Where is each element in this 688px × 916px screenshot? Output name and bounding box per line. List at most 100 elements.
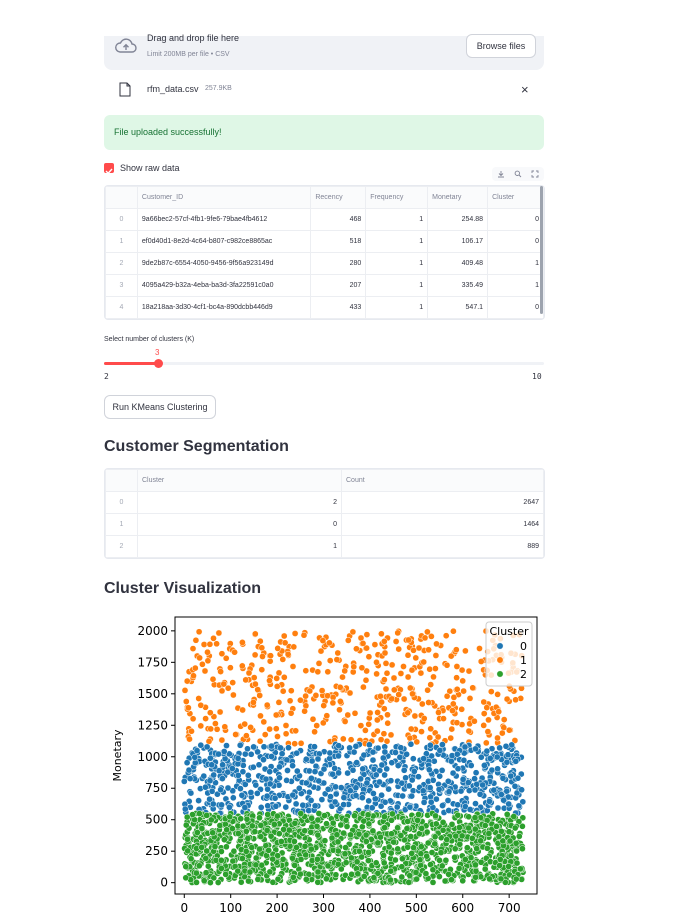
y-axis-label: Monetary <box>111 729 124 782</box>
remove-file-icon[interactable]: × <box>521 82 529 97</box>
scatter-point-cluster-1 <box>266 677 273 684</box>
scatter-point-cluster-2 <box>356 847 363 855</box>
raw-table-index-cell: 0 <box>105 208 138 231</box>
scatter-point-cluster-2 <box>243 815 251 823</box>
raw-table-index-cell: 3 <box>105 274 138 297</box>
show-raw-data-checkbox[interactable] <box>104 163 114 175</box>
scatter-point-cluster-1 <box>337 698 344 705</box>
scatter-point-cluster-2 <box>257 833 265 840</box>
scatter-point-cluster-0 <box>226 803 233 811</box>
scatter-point-cluster-2 <box>254 876 262 883</box>
browse-files-button[interactable]: Browse files <box>466 34 536 58</box>
scatter-point-cluster-0 <box>465 787 473 794</box>
scatter-point-cluster-0 <box>335 769 342 777</box>
scatter-point-cluster-1 <box>487 688 495 695</box>
x-tick-label: 600 <box>451 901 474 915</box>
scatter-point-cluster-1 <box>200 641 208 648</box>
scatter-point-cluster-0 <box>503 758 511 766</box>
scatter-point-cluster-1 <box>350 663 358 671</box>
table-scrollbar[interactable] <box>540 186 543 314</box>
raw-table-row[interactable]: 3 4095a429-b32a-4eba-ba3d-3fa22591c0a0 207… <box>105 274 544 297</box>
segmentation-table[interactable]: Cluster Count 0 2 2647 1 0 1464 2 1 889 <box>104 468 545 559</box>
scatter-point-cluster-2 <box>418 825 426 832</box>
raw-table-header[interactable]: Recency <box>310 186 367 209</box>
raw-table-row[interactable]: 0 9a66bec2-57cf-4fb1-9fe6-79bae4fb4612 468… <box>105 208 544 231</box>
scatter-point-cluster-2 <box>341 850 349 858</box>
segmentation-table-cell: 1 <box>137 535 342 558</box>
segmentation-table-header[interactable] <box>105 469 138 492</box>
scatter-point-cluster-2 <box>389 810 396 818</box>
scatter-point-cluster-2 <box>314 878 322 886</box>
scatter-point-cluster-2 <box>481 865 489 873</box>
scatter-point-cluster-1 <box>279 687 287 695</box>
scatter-point-cluster-1 <box>204 657 212 665</box>
scatter-point-cluster-1 <box>221 723 229 731</box>
raw-table-row[interactable]: 4 18a218aa-3d30-4cf1-bc4a-890dcbb446d9 433… <box>105 296 544 319</box>
segmentation-table-header[interactable]: Count <box>341 469 544 492</box>
raw-data-table[interactable]: Customer_ID Recency Frequency Monetary Clust… <box>104 185 545 320</box>
raw-table-header[interactable]: Customer_ID <box>136 186 312 209</box>
raw-table-header[interactable]: Monetary <box>427 186 489 209</box>
segmentation-table-row[interactable]: 2 1 889 <box>105 535 544 558</box>
scatter-point-cluster-2 <box>417 843 425 851</box>
raw-table-header[interactable]: Frequency <box>365 186 429 209</box>
scatter-point-cluster-1 <box>326 657 334 664</box>
scatter-point-cluster-0 <box>253 790 261 797</box>
scatter-point-cluster-2 <box>297 870 304 878</box>
y-tick-label: 1250 <box>137 718 168 732</box>
scatter-point-cluster-0 <box>244 745 251 753</box>
raw-table-header[interactable]: Cluster <box>487 186 544 209</box>
scatter-point-cluster-2 <box>394 845 402 853</box>
scatter-point-cluster-1 <box>309 715 317 723</box>
dropzone-limit: Limit 200MB per file • CSV <box>147 51 230 58</box>
scatter-point-cluster-0 <box>335 742 343 750</box>
scatter-point-cluster-2 <box>465 824 472 832</box>
segmentation-table-row[interactable]: 0 2 2647 <box>105 491 544 514</box>
uploaded-file-size: 257.9KB <box>205 85 232 92</box>
search-icon[interactable] <box>514 170 522 178</box>
scatter-point-cluster-1 <box>435 709 442 716</box>
scatter-point-cluster-2 <box>360 873 368 880</box>
scatter-point-cluster-2 <box>443 836 451 843</box>
raw-table-header[interactable] <box>105 186 138 209</box>
legend-label: 2 <box>520 668 527 681</box>
scatter-point-cluster-1 <box>183 677 191 685</box>
scatter-point-cluster-0 <box>250 743 257 751</box>
raw-table-row[interactable]: 2 9de2b87c-6554-4050-9456-9f56a923149d 280… <box>105 252 544 275</box>
scatter-point-cluster-1 <box>449 707 456 715</box>
raw-table-cell: 254.88 <box>427 208 489 231</box>
scatter-point-cluster-2 <box>256 814 263 822</box>
scatter-point-cluster-0 <box>444 777 452 785</box>
x-tick-label: 0 <box>180 901 188 915</box>
scatter-point-cluster-2 <box>348 854 355 862</box>
show-raw-data-label: Show raw data <box>120 163 180 173</box>
scatter-point-cluster-1 <box>344 637 352 644</box>
segmentation-table-header[interactable]: Cluster <box>137 469 342 492</box>
scatter-point-cluster-2 <box>297 810 305 817</box>
scatter-point-cluster-1 <box>320 702 328 709</box>
scatter-point-cluster-2 <box>495 833 503 840</box>
scatter-point-cluster-1 <box>384 719 392 727</box>
cluster-slider-thumb[interactable] <box>154 359 163 368</box>
raw-table-row[interactable]: 1 ef0d40d1-8e2d-4c64-b807-c982ce8865ac 518… <box>105 230 544 253</box>
scatter-point-cluster-2 <box>193 869 200 877</box>
scatter-point-cluster-1 <box>241 720 249 728</box>
scatter-point-cluster-0 <box>314 755 322 763</box>
scatter-point-cluster-1 <box>363 631 371 638</box>
uploaded-file-name: rfm_data.csv <box>147 84 199 94</box>
scatter-point-cluster-1 <box>465 667 473 675</box>
scatter-point-cluster-2 <box>237 878 245 886</box>
scatter-point-cluster-1 <box>319 719 327 727</box>
scatter-point-cluster-2 <box>505 828 513 836</box>
cluster-slider-track[interactable] <box>104 362 544 365</box>
scatter-point-cluster-2 <box>256 845 263 853</box>
fullscreen-icon[interactable] <box>531 170 539 178</box>
run-kmeans-button[interactable]: Run KMeans Clustering <box>104 395 216 419</box>
raw-table-cell: 1 <box>365 208 429 231</box>
download-icon[interactable] <box>497 170 505 178</box>
scatter-point-cluster-2 <box>291 862 299 869</box>
segmentation-table-row[interactable]: 1 0 1464 <box>105 513 544 536</box>
scatter-point-cluster-0 <box>340 801 347 808</box>
scatter-point-cluster-0 <box>504 751 512 759</box>
raw-table-cell: 0 <box>487 296 544 319</box>
